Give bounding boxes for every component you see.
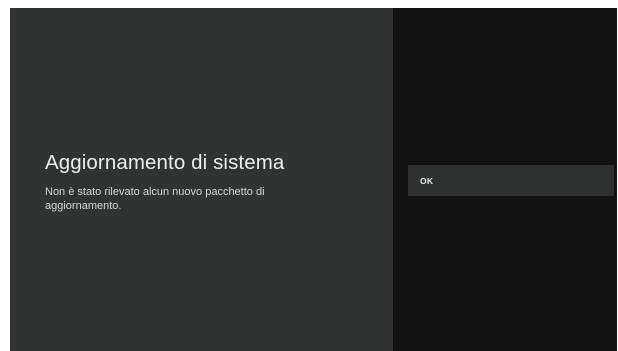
- dialog-title: Aggiornamento di sistema: [45, 151, 285, 174]
- dialog-guidance-pane: Aggiornamento di sistema Non è stato ril…: [10, 8, 393, 351]
- dialog-actions-pane: OK: [393, 8, 617, 351]
- dialog-message: Non è stato rilevato alcun nuovo pacchet…: [45, 186, 265, 212]
- ok-button[interactable]: OK: [408, 165, 614, 196]
- tv-settings-screen: Aggiornamento di sistema Non è stato ril…: [10, 8, 617, 351]
